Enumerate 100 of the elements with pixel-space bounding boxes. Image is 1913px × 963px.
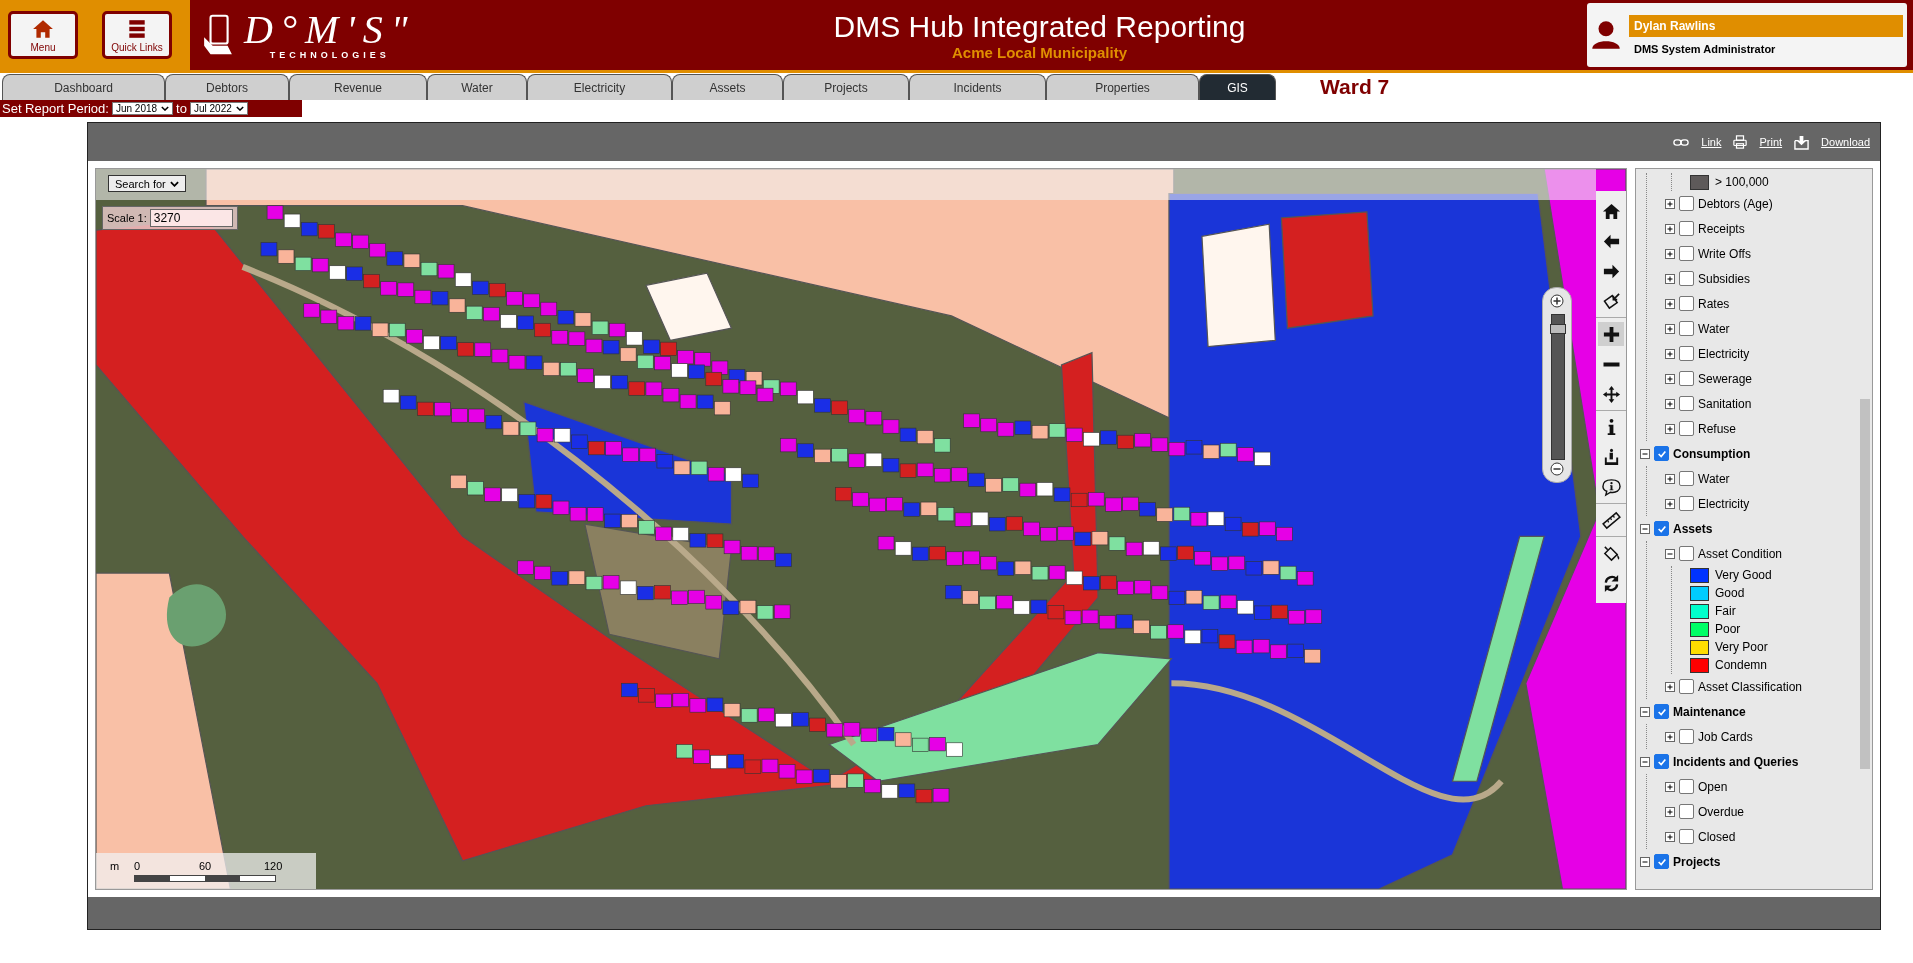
layer-label: Water bbox=[1698, 321, 1730, 336]
layer-checkbox[interactable] bbox=[1679, 679, 1694, 694]
layer-checkbox[interactable] bbox=[1679, 196, 1694, 211]
layer-label: Subsidies bbox=[1698, 271, 1751, 286]
download-link[interactable]: Download bbox=[1821, 136, 1870, 148]
nav-tab[interactable]: Properties bbox=[1046, 74, 1199, 100]
zoom-out-icon[interactable] bbox=[1550, 462, 1564, 476]
expand-icon[interactable] bbox=[1665, 223, 1675, 234]
layer-checkbox[interactable] bbox=[1679, 829, 1694, 844]
from-period-select[interactable]: Jun 2018 bbox=[111, 102, 174, 115]
legend-label: Very Good bbox=[1715, 568, 1772, 582]
layer-checkbox[interactable] bbox=[1679, 471, 1694, 486]
to-period-select[interactable]: Jul 2022 bbox=[189, 102, 248, 115]
layer-checkbox[interactable] bbox=[1679, 804, 1694, 819]
expand-icon[interactable] bbox=[1665, 473, 1675, 484]
expand-icon[interactable] bbox=[1665, 831, 1675, 842]
expand-icon[interactable] bbox=[1665, 198, 1675, 209]
layer-label: Overdue bbox=[1698, 804, 1745, 819]
collapse-icon[interactable] bbox=[1640, 856, 1650, 867]
search-select[interactable]: Search for bbox=[108, 175, 186, 192]
legend-label: Very Poor bbox=[1715, 640, 1768, 654]
ruler-icon bbox=[1601, 510, 1621, 530]
collapse-icon[interactable] bbox=[1640, 448, 1650, 459]
download-icon bbox=[1794, 134, 1810, 150]
expand-icon[interactable] bbox=[1665, 498, 1675, 509]
layer-label: Receipts bbox=[1698, 221, 1745, 236]
layer-checkbox[interactable] bbox=[1679, 421, 1694, 436]
nav-tab[interactable]: Incidents bbox=[909, 74, 1046, 100]
legend-label: > 100,000 bbox=[1715, 175, 1769, 189]
expand-icon[interactable] bbox=[1665, 731, 1675, 742]
nav-tab[interactable]: Dashboard bbox=[2, 74, 165, 100]
layer-checkbox[interactable] bbox=[1679, 546, 1694, 561]
tag-arrow-icon bbox=[1601, 291, 1621, 311]
info-bubble-icon bbox=[1601, 477, 1621, 497]
layer-label: Sanitation bbox=[1698, 396, 1752, 411]
layer-group-label: Incidents and Queries bbox=[1673, 754, 1799, 769]
scale-tick-label: 60 bbox=[199, 860, 212, 872]
expand-icon[interactable] bbox=[1665, 681, 1675, 692]
layer-checkbox[interactable] bbox=[1679, 779, 1694, 794]
print-icon bbox=[1733, 135, 1748, 149]
expand-icon[interactable] bbox=[1665, 248, 1675, 259]
user-role: DMS System Administrator bbox=[1633, 43, 1777, 55]
layer-checkbox[interactable] bbox=[1654, 521, 1669, 536]
nav-tab[interactable]: Projects bbox=[783, 74, 909, 100]
slider-thumb[interactable] bbox=[1550, 324, 1566, 335]
legend-label: Good bbox=[1715, 586, 1745, 600]
expand-icon[interactable] bbox=[1665, 781, 1675, 792]
expand-icon[interactable] bbox=[1665, 323, 1675, 334]
layer-checkbox[interactable] bbox=[1679, 321, 1694, 336]
layer-checkbox[interactable] bbox=[1654, 446, 1669, 461]
layer-checkbox[interactable] bbox=[1654, 704, 1669, 719]
print-link[interactable]: Print bbox=[1759, 136, 1783, 148]
zoom-in-tool-button[interactable] bbox=[1598, 322, 1624, 346]
scale-tick-label: 120 bbox=[264, 860, 283, 872]
layer-checkbox[interactable] bbox=[1679, 729, 1694, 744]
layer-checkbox[interactable] bbox=[1679, 396, 1694, 411]
nav-tab[interactable]: Debtors bbox=[165, 74, 289, 100]
aerial-map-drawing[interactable] bbox=[96, 169, 1626, 889]
layer-checkbox[interactable] bbox=[1679, 296, 1694, 311]
quick-links-button[interactable]: Quick Links bbox=[102, 11, 172, 59]
expand-icon[interactable] bbox=[1665, 273, 1675, 284]
collapse-icon[interactable] bbox=[1665, 548, 1675, 559]
nav-tab[interactable]: Electricity bbox=[527, 74, 672, 100]
home-icon bbox=[1601, 201, 1621, 221]
layer-checkbox[interactable] bbox=[1654, 754, 1669, 769]
expand-icon[interactable] bbox=[1665, 298, 1675, 309]
expand-icon[interactable] bbox=[1665, 423, 1675, 434]
user-name: Dylan Rawlins bbox=[1629, 15, 1903, 37]
collapse-icon[interactable] bbox=[1640, 523, 1650, 534]
zoom-in-icon[interactable] bbox=[1550, 294, 1564, 308]
layer-checkbox[interactable] bbox=[1679, 246, 1694, 261]
layer-label: Sewerage bbox=[1698, 371, 1753, 386]
caret-icon bbox=[169, 180, 179, 187]
layer-checkbox[interactable] bbox=[1679, 496, 1694, 511]
expand-icon[interactable] bbox=[1665, 806, 1675, 817]
scale-unit: m bbox=[110, 860, 120, 872]
layer-checkbox[interactable] bbox=[1679, 221, 1694, 236]
zoom-slider[interactable] bbox=[1542, 287, 1572, 483]
menu-button[interactable]: Menu bbox=[8, 11, 78, 59]
caret-icon bbox=[161, 106, 170, 111]
layer-group-label: Maintenance bbox=[1673, 704, 1746, 719]
layer-group-label: Projects bbox=[1673, 854, 1721, 869]
logo-subtitle: TECHNOLOGIES bbox=[269, 50, 390, 60]
nav-tab[interactable]: GIS bbox=[1199, 74, 1276, 100]
link-link[interactable]: Link bbox=[1701, 136, 1722, 148]
layer-checkbox[interactable] bbox=[1679, 371, 1694, 386]
scale-input[interactable]: 3270 bbox=[149, 209, 233, 227]
expand-icon[interactable] bbox=[1665, 373, 1675, 384]
nav-tab[interactable]: Water bbox=[427, 74, 527, 100]
collapse-icon[interactable] bbox=[1640, 756, 1650, 767]
layer-checkbox[interactable] bbox=[1679, 271, 1694, 286]
nav-tab[interactable]: Revenue bbox=[289, 74, 427, 100]
layer-checkbox[interactable] bbox=[1654, 854, 1669, 869]
expand-icon[interactable] bbox=[1665, 348, 1675, 359]
layer-label: Write Offs bbox=[1698, 246, 1751, 261]
expand-icon[interactable] bbox=[1665, 398, 1675, 409]
layer-checkbox[interactable] bbox=[1679, 346, 1694, 361]
nav-tab[interactable]: Assets bbox=[672, 74, 783, 100]
layer-label: Refuse bbox=[1698, 421, 1737, 436]
collapse-icon[interactable] bbox=[1640, 706, 1650, 717]
